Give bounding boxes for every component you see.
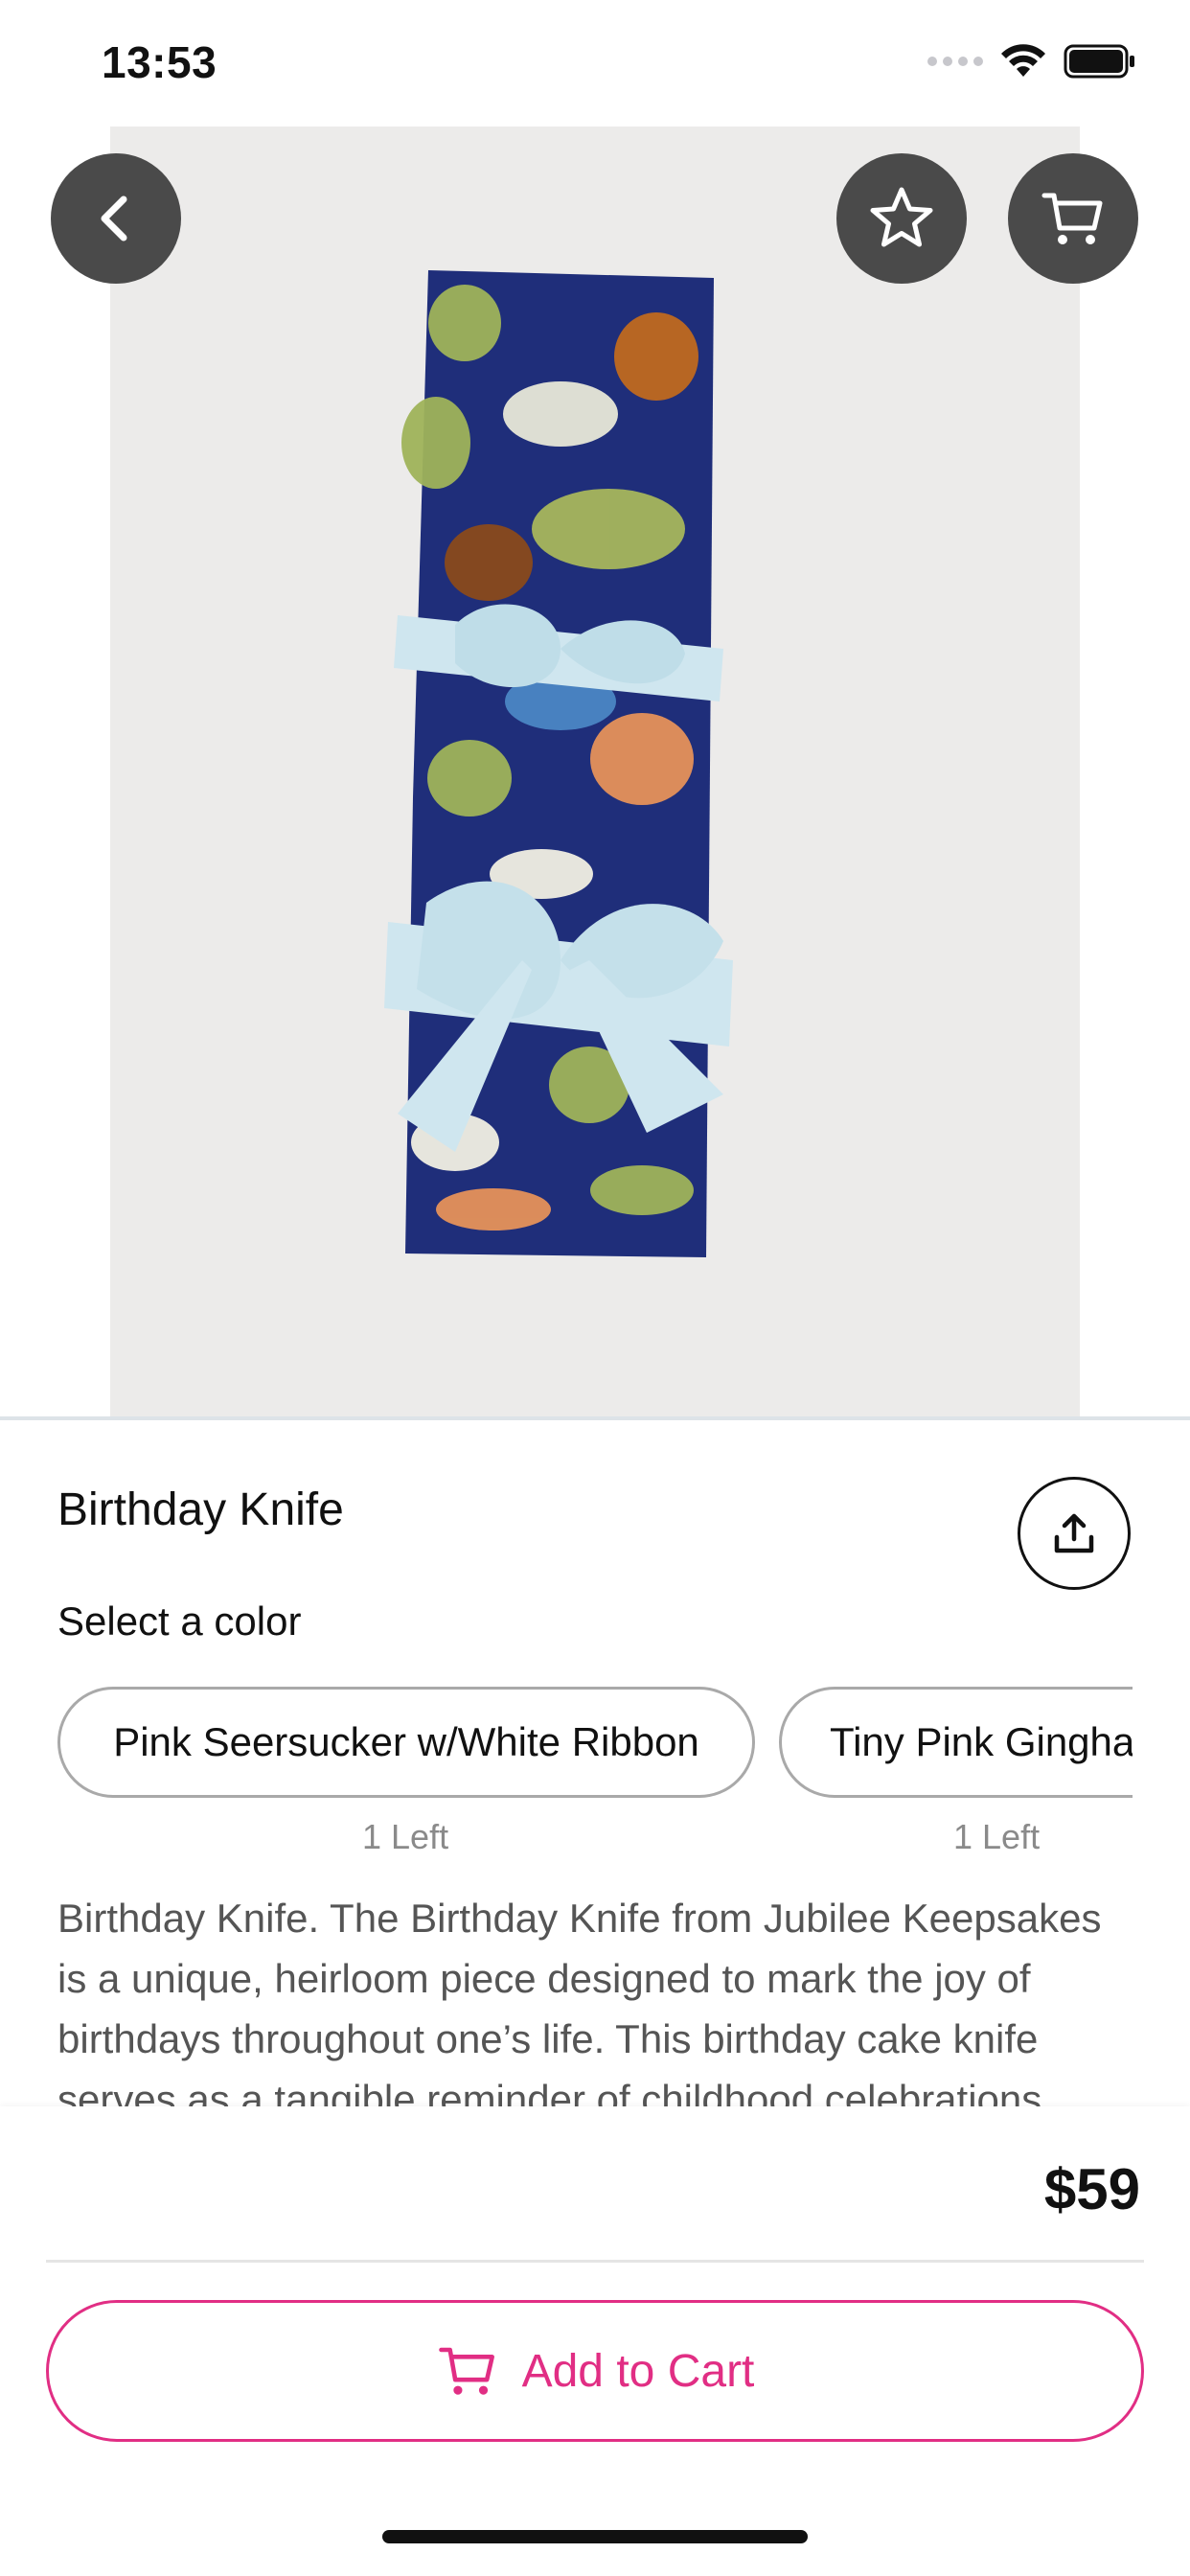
divider [46,2260,1144,2263]
color-option[interactable]: Pink Seersucker w/White Ribbon [57,1687,755,1798]
home-indicator[interactable] [382,2530,808,2543]
back-button[interactable] [51,153,181,284]
color-options: Pink Seersucker w/White Ribbon Tiny Pink… [57,1687,1133,1802]
product-title: Birthday Knife [57,1484,344,1535]
wifi-icon [1001,44,1045,77]
share-button[interactable] [1018,1477,1131,1590]
share-icon [1054,1513,1094,1553]
color-option[interactable]: Tiny Pink Gingham [779,1687,1133,1798]
divider [0,1416,1190,1420]
cellular-signal-icon [927,57,983,66]
add-to-cart-label: Add to Cart [521,2345,755,2397]
star-icon [870,187,933,247]
cart-button[interactable] [1008,153,1138,284]
status-icons [927,44,1136,79]
stock-label: 1 Left [953,1817,1041,1856]
battery-icon [1064,44,1134,79]
favorite-button[interactable] [836,153,967,284]
select-color-label: Select a color [57,1598,302,1644]
product-image-gallery[interactable] [110,126,1080,1416]
add-to-cart-button[interactable]: Add to Cart [46,2300,1144,2442]
cart-icon [1041,193,1103,244]
status-time: 13:53 [102,37,217,87]
product-price: $59 [1043,2157,1140,2221]
stock-label: 1 Left [362,1817,449,1856]
product-image [110,126,1080,1416]
status-bar: 13:53 [0,0,1190,125]
cart-icon [438,2347,494,2395]
chevron-left-icon [101,196,127,242]
product-description: Birthday Knife. The Birthday Knife from … [57,1896,1102,2106]
